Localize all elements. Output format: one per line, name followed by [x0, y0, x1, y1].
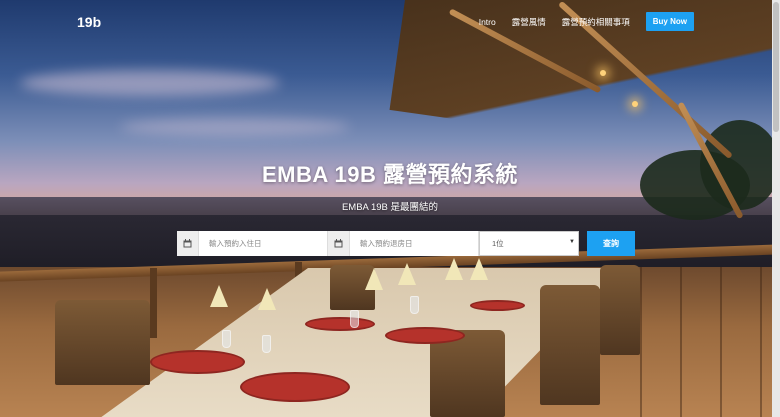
booking-form: 1位 ▼ 查詢 — [177, 231, 635, 256]
deck-plank — [720, 267, 722, 417]
guests-select-wrap: 1位 ▼ — [479, 231, 579, 256]
checkin-field — [177, 231, 328, 256]
navbar: 19b Intro 露營風情 露營預約相關事項 Buy Now — [0, 0, 780, 44]
deck-plank — [760, 267, 762, 417]
checkin-date-input[interactable] — [199, 232, 327, 255]
hero-subtitle: EMBA 19B 是最團結的 — [341, 202, 439, 213]
plate — [150, 350, 245, 374]
checkout-field — [328, 231, 479, 256]
glass — [222, 330, 231, 348]
brand-logo[interactable]: 19b — [77, 14, 101, 30]
nav-link-intro[interactable]: Intro — [479, 17, 496, 27]
napkin — [258, 288, 276, 310]
railing-post — [150, 268, 157, 338]
glass — [262, 335, 271, 353]
glass — [410, 296, 419, 314]
napkin — [365, 268, 383, 290]
nav-link-booking-info[interactable]: 露營預約相關事項 — [562, 16, 630, 28]
scroll-thumb[interactable] — [773, 2, 779, 132]
chair — [55, 300, 150, 385]
plate — [470, 300, 525, 311]
plate — [305, 317, 375, 331]
nav-link-camping-scenery[interactable]: 露營風情 — [512, 16, 546, 28]
napkin — [470, 258, 488, 280]
napkin — [210, 285, 228, 307]
calendar-icon — [328, 231, 350, 256]
chair — [600, 265, 640, 355]
guests-select[interactable]: 1位 — [479, 231, 579, 256]
search-button[interactable]: 查詢 — [587, 231, 635, 256]
scrollbar[interactable] — [772, 0, 780, 417]
checkout-date-input[interactable] — [350, 232, 478, 255]
glass — [350, 310, 359, 328]
chair — [540, 285, 600, 405]
deck-plank — [640, 267, 642, 417]
plate — [240, 372, 350, 402]
napkin — [398, 263, 416, 285]
lamp — [600, 70, 606, 76]
calendar-icon — [177, 231, 199, 256]
landing-page: 19b Intro 露營風情 露營預約相關事項 Buy Now EMBA 19B… — [0, 0, 780, 417]
nav-links: Intro 露營風情 露營預約相關事項 Buy Now — [479, 12, 694, 31]
deck-plank — [680, 267, 682, 417]
plate — [385, 327, 465, 344]
lamp — [632, 101, 638, 107]
napkin — [445, 258, 463, 280]
hero-title: EMBA 19B 露營預約系統 — [261, 162, 519, 187]
buy-now-button[interactable]: Buy Now — [645, 12, 694, 31]
cloud — [20, 70, 280, 96]
cloud — [120, 118, 350, 136]
